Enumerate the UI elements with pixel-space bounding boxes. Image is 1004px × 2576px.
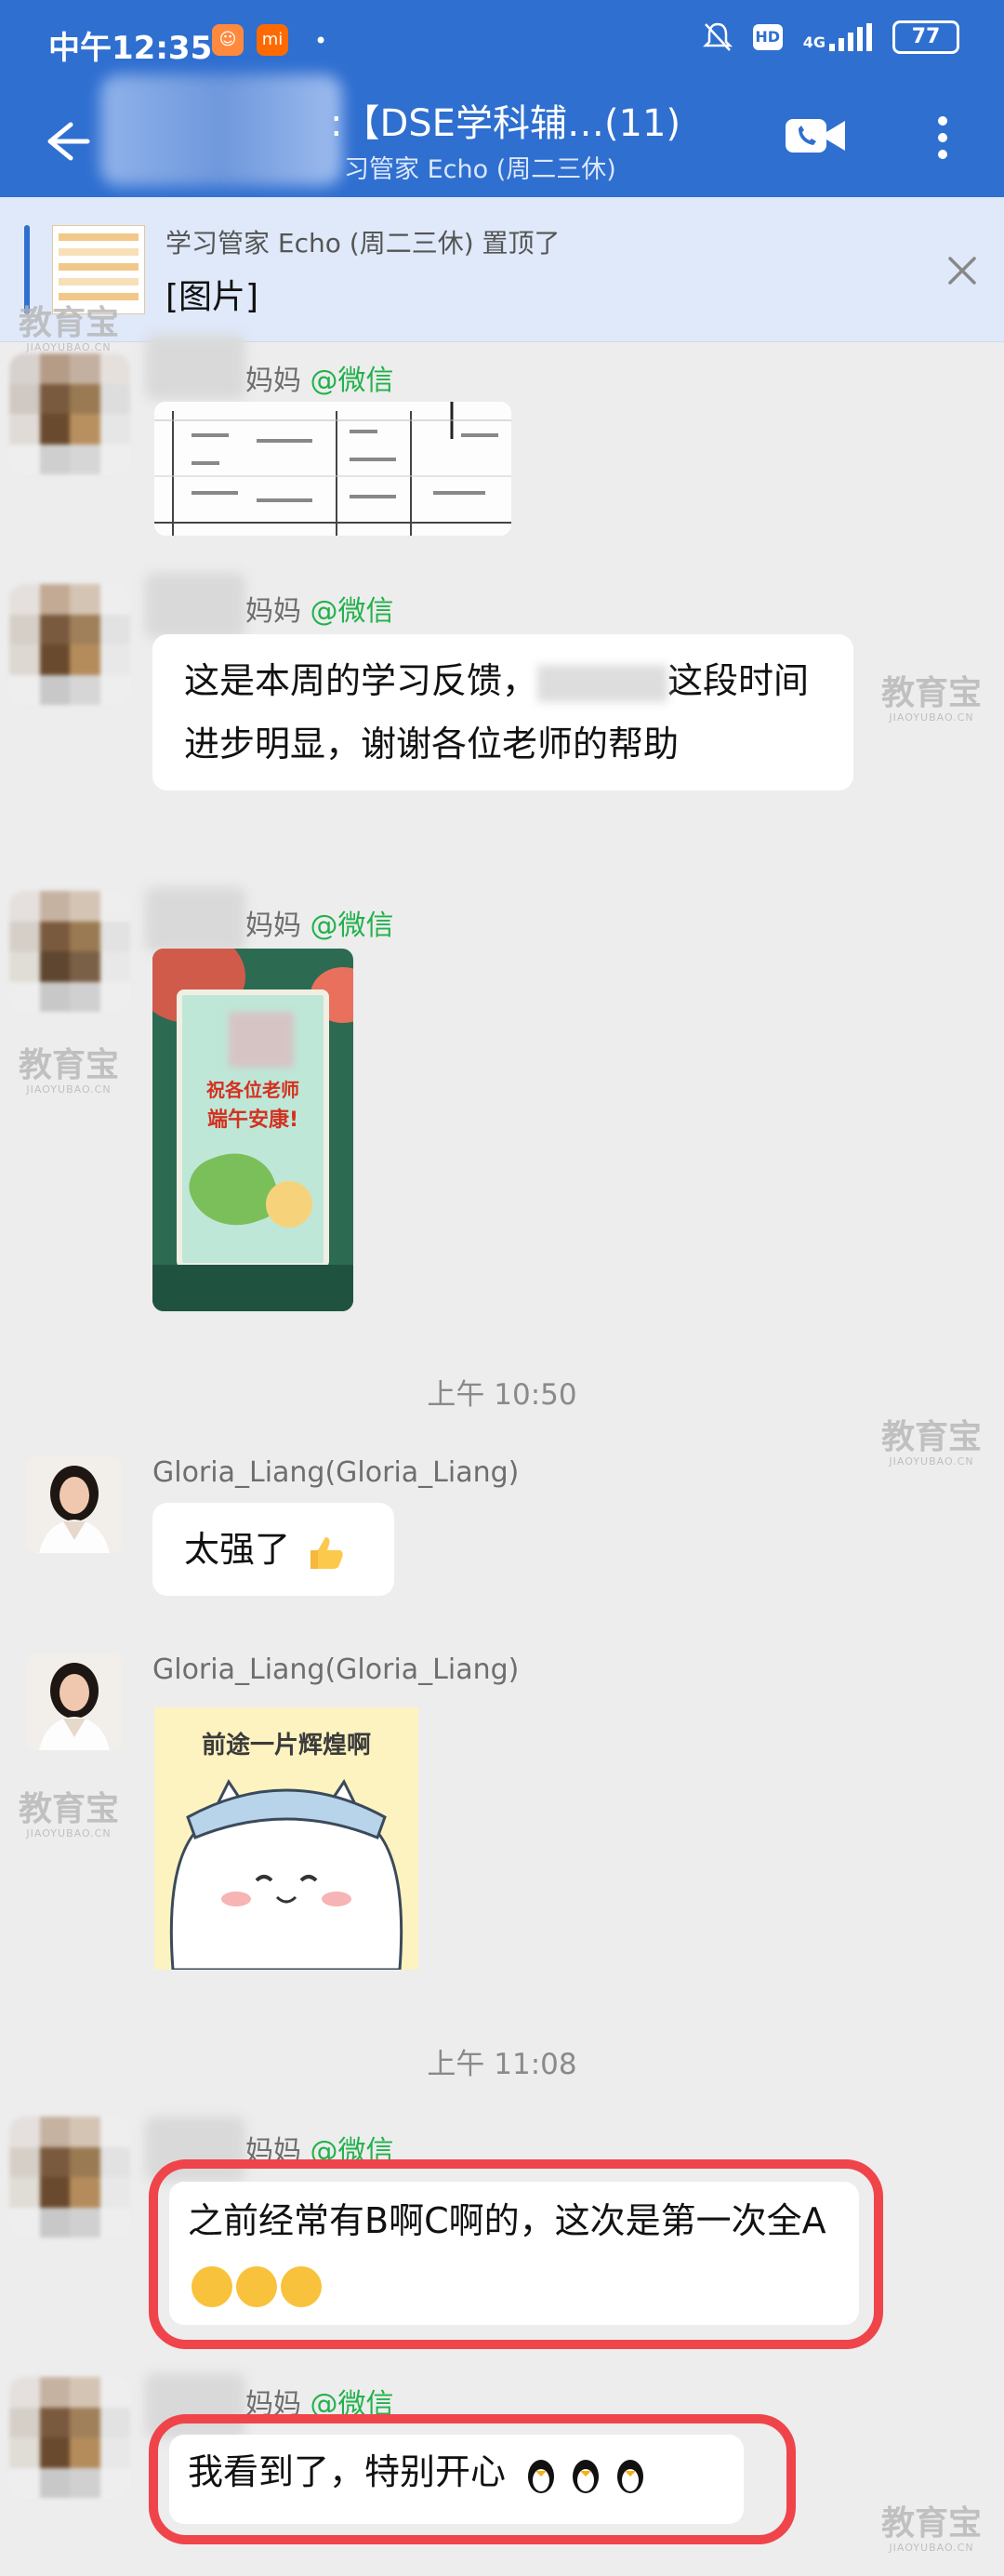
avatar-blurred[interactable] — [9, 2117, 130, 2237]
avatar-photo — [26, 1456, 123, 1553]
card-line-1: 祝各位老师 — [206, 1079, 299, 1101]
video-call-icon[interactable] — [784, 113, 847, 158]
watermark: 教育宝 JIAOYUBAO.CN — [19, 304, 120, 353]
avatar-photo — [26, 1653, 123, 1750]
card-bottom — [152, 1265, 353, 1311]
thumbs-up-emoji-icon — [310, 1536, 343, 1569]
avatar-blurred[interactable] — [9, 584, 130, 705]
sender-label: 妈妈 — [245, 595, 301, 628]
network-type: 4G — [802, 33, 826, 51]
spreadsheet-image — [154, 402, 511, 536]
watermark: 教育宝 JIAOYUBAO.CN — [19, 1793, 119, 1839]
watermark: 教育宝 JIAOYUBAO.CN — [19, 1049, 119, 1095]
message-text: 这是本周的学习反馈， — [184, 660, 538, 701]
timestamp: 上午 11:08 — [427, 2048, 577, 2081]
avatar[interactable] — [26, 1653, 123, 1750]
ornament-shape — [266, 1181, 312, 1228]
back-arrow-icon[interactable] — [33, 112, 93, 171]
avatar[interactable] — [26, 1456, 123, 1553]
sender-name: 妈妈 @微信 — [245, 588, 394, 629]
status-time: 中午12:35 — [48, 30, 213, 67]
avatar-blurred[interactable] — [9, 353, 130, 474]
penguin-emoji-icon — [617, 2459, 644, 2493]
name-blurred — [145, 573, 245, 638]
mi-app-icon: mi — [257, 24, 288, 56]
text-bubble[interactable]: 这是本周的学习反馈， 这段时间进步明显，谢谢各位老师的帮助 — [152, 634, 853, 790]
hd-icon: HD — [752, 24, 783, 50]
message-text: 太强了 — [184, 1529, 291, 1570]
pinned-message-bar[interactable]: 学习管家 Echo (周二三休) 置顶了 [图片] — [0, 197, 1004, 342]
watermark-sub: JIAOYUBAO.CN — [889, 1455, 974, 1467]
card-line-2: 端午安康! — [206, 1109, 299, 1132]
face-emoji-icon — [236, 2265, 277, 2307]
pinned-title: 学习管家 Echo (周二三休) 置顶了 — [165, 228, 561, 259]
chat-title[interactable]: :【DSE学科辅…(11) — [330, 93, 680, 147]
wechat-tag: @微信 — [310, 365, 394, 397]
group-name-blurred — [100, 74, 342, 186]
watermark-text: 教育宝 — [881, 674, 983, 712]
top-bar: 中午12:35 ☺ mi • HD 4G 77 :【DSE学科辅…(11) 习管… — [0, 0, 1004, 197]
pinned-accent — [24, 225, 30, 314]
name-redacted — [537, 664, 668, 702]
card-panel: 祝各位老师 端午安康! — [177, 989, 329, 1268]
watermark: 教育宝 JIAOYUBAO.CN — [881, 1421, 982, 1467]
close-icon[interactable] — [945, 253, 980, 288]
message-text: 我看到了，特别开心 — [188, 2451, 507, 2492]
watermark-text: 教育宝 — [881, 2504, 983, 2543]
face-emoji-icon — [281, 2265, 322, 2307]
battery-level: 77 — [911, 25, 941, 48]
sender-name: 妈妈 @微信 — [245, 357, 394, 398]
sender-label: 妈妈 — [245, 910, 301, 942]
blurred-text — [229, 1012, 294, 1068]
signal-icon: 4G — [803, 23, 872, 51]
text-bubble[interactable]: 之前经常有B啊C啊的，这次是第一次全A — [169, 2182, 859, 2325]
wechat-tag: @微信 — [310, 910, 394, 942]
sticker-image[interactable]: 前途一片辉煌啊 — [154, 1707, 418, 1970]
status-bar: 中午12:35 ☺ mi • HD 4G 77 — [0, 0, 1004, 84]
sender-name: Gloria_Liang(Gloria_Liang) — [152, 1653, 520, 1686]
avatar-blurred[interactable] — [9, 2377, 130, 2498]
sender-name: 妈妈 @微信 — [245, 902, 394, 943]
watermark: 教育宝 JIAOYUBAO.CN — [881, 2504, 983, 2554]
watermark-sub: JIAOYUBAO.CN — [26, 1083, 112, 1095]
penguin-emoji-icon — [528, 2459, 555, 2493]
chat-subtitle: 习管家 Echo (周二三休) — [344, 155, 616, 184]
name-blurred — [145, 887, 245, 952]
status-right: HD 4G 77 — [702, 20, 959, 54]
wechat-tag: @微信 — [310, 595, 394, 628]
timestamp: 上午 10:50 — [427, 1378, 577, 1412]
pinned-body: [图片] — [165, 278, 259, 316]
sender-name: Gloria_Liang(Gloria_Liang) — [152, 1456, 520, 1489]
watermark: 教育宝 JIAOYUBAO.CN — [881, 674, 983, 724]
watermark-text: 教育宝 — [19, 1046, 120, 1084]
text-bubble[interactable]: 太强了 — [152, 1503, 394, 1596]
image-message[interactable] — [154, 402, 511, 536]
more-options-icon[interactable] — [930, 112, 956, 167]
watermark-sub: JIAOYUBAO.CN — [889, 2542, 974, 2554]
notification-dot-icon: • — [314, 28, 328, 54]
watermark-text: 教育宝 — [881, 1418, 983, 1456]
greeting-card-image[interactable]: 祝各位老师 端午安康! — [152, 949, 353, 1311]
cat-sticker-icon — [169, 1779, 403, 1970]
battery-icon: 77 — [892, 20, 959, 54]
watermark-text: 教育宝 — [19, 1790, 120, 1828]
face-emoji-icon — [192, 2265, 232, 2307]
message-text: 之前经常有B啊C啊的，这次是第一次全A — [188, 2200, 826, 2241]
penguin-emoji-icon — [573, 2459, 600, 2493]
watermark-text: 教育宝 — [19, 304, 120, 342]
avatar-blurred[interactable] — [9, 891, 130, 1012]
sender-label: 妈妈 — [245, 365, 301, 397]
watermark-sub: JIAOYUBAO.CN — [889, 711, 974, 724]
pinned-thumbnail[interactable] — [52, 225, 145, 314]
watermark-sub: JIAOYUBAO.CN — [26, 1827, 112, 1839]
mute-bell-icon — [702, 22, 733, 51]
app-notification-icon: ☺ — [212, 24, 244, 56]
watermark-sub: JIAOYUBAO.CN — [26, 341, 112, 353]
name-blurred — [145, 335, 245, 400]
text-bubble[interactable]: 我看到了，特别开心 — [169, 2435, 744, 2524]
